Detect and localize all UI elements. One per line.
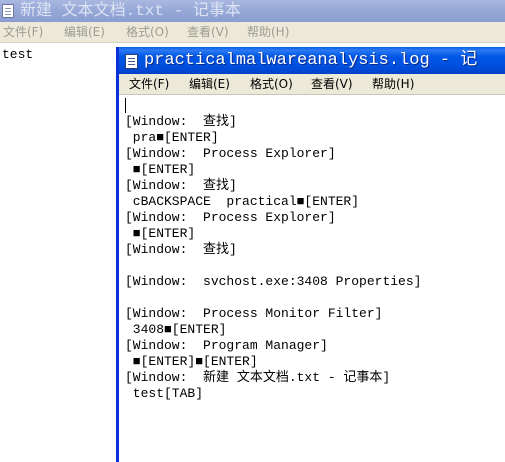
background-menu-bar: 文件(F) 编辑(E) 格式(O) 查看(V) 帮助(H) xyxy=(0,22,505,43)
menu-file[interactable]: 文件(F) xyxy=(1,22,45,43)
menu-help[interactable]: 帮助(H) xyxy=(245,22,291,43)
menu-view[interactable]: 查看(V) xyxy=(185,22,231,43)
log-line: test[TAB] xyxy=(125,386,204,401)
background-title-bar[interactable]: 新建 文本文档.txt - 记事本 xyxy=(0,0,505,22)
log-notepad-window[interactable]: practicalmalwareanalysis.log - 记 文件(F) 编… xyxy=(116,47,505,462)
background-window-title: 新建 文本文档.txt - 记事本 xyxy=(20,2,241,20)
log-text-area[interactable]: [Window: 查找] pra■[ENTER] [Window: Process… xyxy=(119,95,505,462)
menu-format[interactable]: 格式(O) xyxy=(124,22,171,43)
notepad-icon xyxy=(2,4,14,18)
log-line: 3408■[ENTER] xyxy=(125,322,227,337)
log-line: [Window: Process Explorer] xyxy=(125,210,336,225)
log-line: [Window: svchost.exe:3408 Properties] xyxy=(125,274,422,289)
menu-format[interactable]: 格式(O) xyxy=(248,74,295,95)
log-line: [Window: 新建 文本文档.txt - 记事本] xyxy=(125,370,391,385)
menu-view[interactable]: 查看(V) xyxy=(309,74,355,95)
menu-edit[interactable]: 编辑(E) xyxy=(187,74,232,95)
log-window-title: practicalmalwareanalysis.log - 记 xyxy=(144,51,478,70)
log-line: [Window: Process Monitor Filter] xyxy=(125,306,383,321)
log-line: ■[ENTER] xyxy=(125,226,196,241)
log-line: [Window: Program Manager] xyxy=(125,338,328,353)
log-line: ■[ENTER] xyxy=(125,162,196,177)
log-line: cBACKSPACE practical■[ENTER] xyxy=(125,194,360,209)
log-line: [Window: Process Explorer] xyxy=(125,146,336,161)
text-caret xyxy=(125,98,126,113)
log-line: pra■[ENTER] xyxy=(125,130,219,145)
log-line: [Window: 查找] xyxy=(125,114,237,129)
notepad-icon xyxy=(125,54,138,69)
log-menu-bar: 文件(F) 编辑(E) 格式(O) 查看(V) 帮助(H) xyxy=(119,74,505,95)
log-title-bar[interactable]: practicalmalwareanalysis.log - 记 xyxy=(119,47,505,74)
log-line: [Window: 查找] xyxy=(125,178,237,193)
log-line: ■[ENTER]■[ENTER] xyxy=(125,354,258,369)
menu-edit[interactable]: 编辑(E) xyxy=(62,22,107,43)
menu-file[interactable]: 文件(F) xyxy=(127,74,171,95)
menu-help[interactable]: 帮助(H) xyxy=(370,74,416,95)
background-text-line: test xyxy=(2,47,34,62)
log-line: [Window: 查找] xyxy=(125,242,237,257)
